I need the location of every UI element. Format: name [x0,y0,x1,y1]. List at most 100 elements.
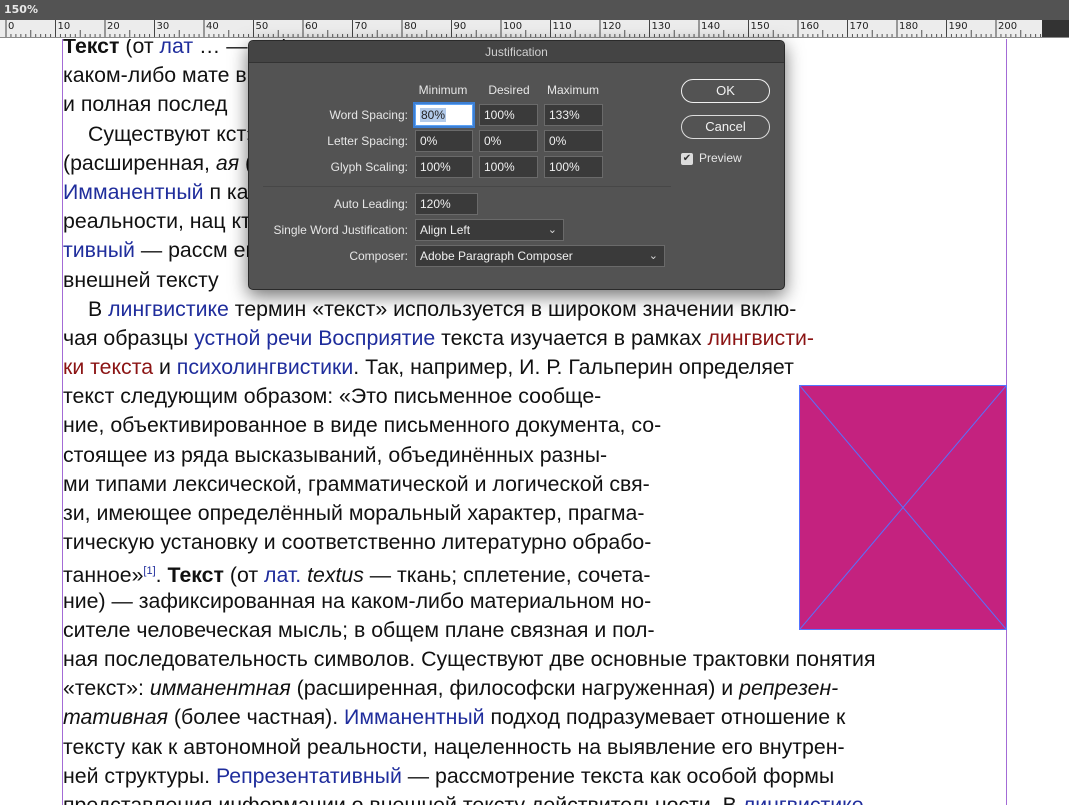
zoom-level[interactable]: 150% [4,3,38,16]
horizontal-ruler[interactable]: 0 10 20 30 40 50 60 70 80 90 100 110 120 130 140 150 160… [0,20,1069,38]
ruler-tick-label: 170 [849,21,869,32]
text-line: ние) — зафиксированная на каком-либо мат… [63,587,751,616]
auto-leading-input[interactable]: 120% [415,193,478,215]
hyperlink-text[interactable]: Имманентный [63,180,204,204]
text-line: стоящее из ряда высказываний, объединённ… [63,441,751,470]
word-spacing-maximum-input[interactable]: 133% [544,104,603,126]
hyperlink-text[interactable]: ки текста [63,355,153,379]
chevron-down-icon: ⌄ [547,224,557,236]
text-run: Текст [167,563,224,588]
ruler-tick-label: 50 [255,21,269,32]
ruler-tick-label: 80 [404,21,417,32]
text-run: текст следующим образом: «Это письменное… [63,384,602,409]
word-spacing-minimum-input[interactable]: 80% [415,104,473,126]
glyph-scaling-label: Glyph Scaling: [330,160,408,174]
text-line: ми типами лексической, грамматической и … [63,470,751,499]
letter-spacing-desired-input[interactable]: 0% [479,130,538,152]
hyperlink-text[interactable]: психолингвистики [177,355,353,379]
composer-select[interactable]: Adobe Paragraph Composer ⌄ [415,245,665,267]
word-spacing-desired-input[interactable]: 100% [479,104,538,126]
text-run: чая образцы [63,325,195,350]
text-run: тическую установку и соответственно лите… [63,530,652,555]
ruler-tick-label: 10 [57,21,71,32]
hyperlink-text[interactable]: Восприятие [318,326,435,350]
hyperlink-text[interactable]: Репрезентативный [216,764,402,788]
ruler-tick-label: 110 [552,21,572,32]
text-line: текст следующим образом: «Это письменное… [63,382,751,411]
text-run: ми типами лексической, грамматической и … [63,471,650,496]
text-run: текста изучается в рамках [435,325,708,350]
glyph-scaling-desired-input[interactable]: 100% [479,156,538,178]
image-placeholder-frame[interactable] [799,385,1007,630]
text-line: представления информации о внешней текст… [63,791,1006,805]
text-line: ние, объективированное в виде письменног… [63,411,751,440]
dialog-title[interactable]: Justification [249,41,784,63]
text-run: танное» [63,563,144,588]
text-run[interactable]: [1] [143,565,155,577]
hyperlink-text[interactable]: лингвистике [743,793,864,805]
ruler-tick-label: 150 [750,21,770,32]
text-run: термин «текст» используется в широком зн… [228,296,797,321]
text-run: представления информации о внешней текст… [63,792,743,805]
composer-value: Adobe Paragraph Composer [420,249,573,263]
ruler-tick-label: 90 [453,21,467,32]
ruler-tick-label: 190 [948,21,968,32]
ruler-tick-label: 130 [651,21,671,32]
text-run: п [203,179,221,204]
text-run: . [155,563,168,588]
glyph-scaling-maximum-input[interactable]: 100% [544,156,603,178]
glyph-scaling-minimum-input[interactable]: 100% [415,156,473,178]
text-run: зи, имеющее определённый моральный харак… [63,501,645,525]
zoom-bar: 150% [0,0,1069,20]
ruler-tick-label: 70 [354,21,368,32]
preview-label[interactable]: Preview [699,151,742,165]
text-run: каком-либо мате [63,63,230,88]
ruler-tick-label: 20 [107,21,120,32]
text-line: тическую установку и соответственно лите… [63,528,751,557]
ruler-end [1042,20,1069,37]
text-run: и полная послед [63,92,228,117]
hyperlink-text[interactable]: устной речи [194,326,312,350]
ruler-tick-label: 180 [899,21,919,32]
text-line: сителе человеческая мысль; в общем плане… [63,616,751,645]
hyperlink-text[interactable]: лингвисти- [708,326,814,350]
ok-button[interactable]: OK [681,79,770,103]
hyperlink-text[interactable]: тивный [63,238,135,262]
cancel-button[interactable]: Cancel [681,115,770,139]
single-word-justification-select[interactable]: Align Left ⌄ [415,219,564,241]
composer-label: Composer: [349,249,408,263]
hyperlink-text[interactable]: лат [160,39,194,58]
letter-spacing-maximum-input[interactable]: 0% [544,130,603,152]
hyperlink-text[interactable]: лат. [264,563,301,587]
letter-spacing-minimum-input[interactable]: 0% [415,130,473,152]
text-run: — рассм [134,238,228,263]
justification-dialog: Justification Minimum Desired Maximum Wo… [248,40,785,290]
hyperlink-text[interactable]: Имманентный [344,705,485,729]
text-run: имманентная [149,676,291,701]
text-line: «текст»: имманентная (расширенная, филос… [63,674,1006,703]
text-line: В лингвистике термин «текст» используетс… [63,295,1006,324]
text-run: подход подразумевает отношение к [484,705,846,730]
ruler-tick-label: 160 [800,21,820,32]
single-word-justification-label: Single Word Justification: [273,223,408,237]
word-spacing-label: Word Spacing: [329,108,409,122]
text-run: (более частная). [168,705,345,730]
ruler-tick-label: 200 [998,21,1018,32]
text-run: (расширенная, [63,150,216,175]
column-header-maximum: Maximum [546,83,599,97]
column-header-minimum: Minimum [418,83,468,97]
preview-checkbox[interactable]: ✔ [681,153,693,165]
text-run: В [88,296,109,321]
text-run: — ткань; сплетение, сочета- [363,563,651,588]
hyperlink-text[interactable]: лингвистике [108,297,229,321]
text-line: танное»[1]. Текст (от лат. textus — ткан… [63,557,751,588]
text-line: тексту как к автономной реальности, наце… [63,733,1006,762]
text-run: ние, объективированное в виде письменног… [63,413,662,438]
text-run: — рассмотрение текста как особой формы [401,763,835,788]
ruler-tick-label: 0 [8,21,15,32]
column-header-desired: Desired [488,83,530,97]
dialog-divider [263,186,671,187]
text-run: ная последовательность символов. Существ… [63,646,876,671]
text-run: репрезен- [739,676,839,701]
text-line: ная последовательность символов. Существ… [63,645,1006,674]
